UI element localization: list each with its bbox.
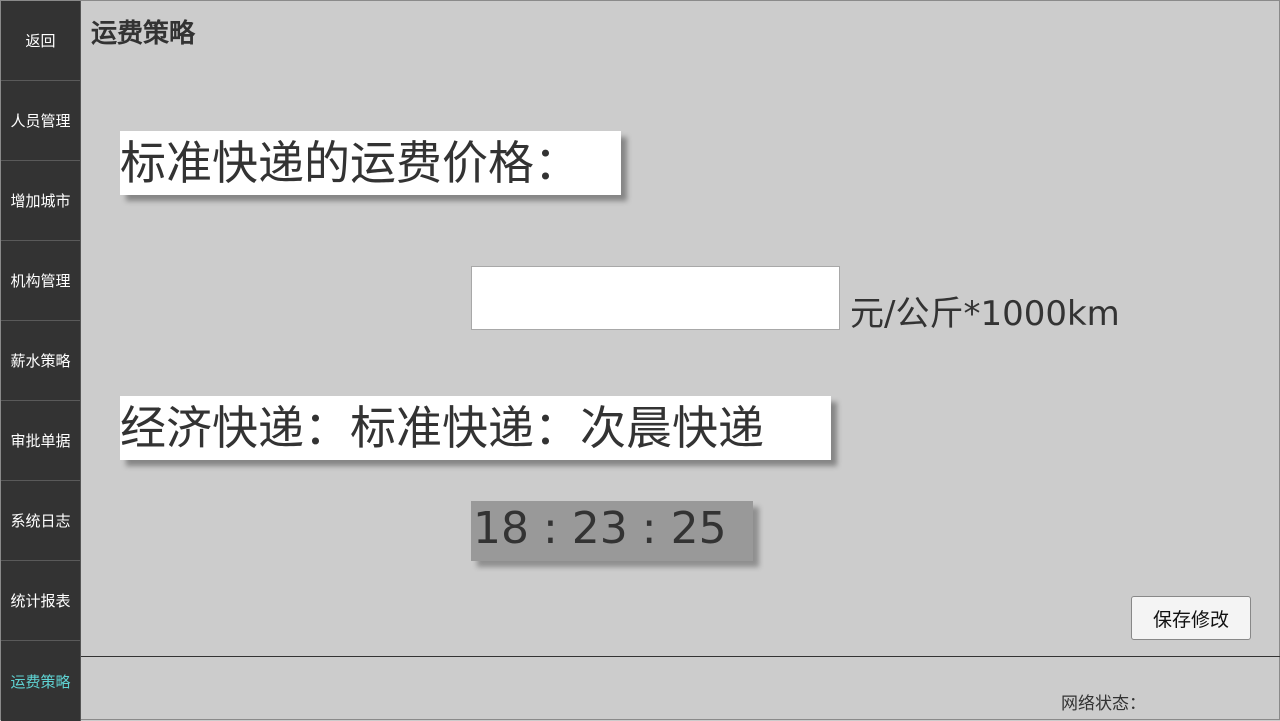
express-ratio-label: 经济快递：标准快递：次晨快递 bbox=[120, 396, 831, 460]
sidebar-item-system-log[interactable]: 系统日志 bbox=[1, 481, 80, 561]
sidebar-item-statistics[interactable]: 统计报表 bbox=[1, 561, 80, 641]
sidebar-item-add-city[interactable]: 增加城市 bbox=[1, 161, 80, 241]
save-changes-button[interactable]: 保存修改 bbox=[1131, 596, 1251, 640]
sidebar-item-approve-documents[interactable]: 审批单据 bbox=[1, 401, 80, 481]
sidebar-item-personnel[interactable]: 人员管理 bbox=[1, 81, 80, 161]
sidebar-item-salary-policy[interactable]: 薪水策略 bbox=[1, 321, 80, 401]
app-window: 返回 人员管理 增加城市 机构管理 薪水策略 审批单据 系统日志 统计报表 运费… bbox=[0, 0, 1280, 721]
footer-divider bbox=[81, 656, 1280, 657]
standard-express-price-label: 标准快递的运费价格： bbox=[120, 131, 621, 195]
sidebar: 返回 人员管理 增加城市 机构管理 薪水策略 审批单据 系统日志 统计报表 运费… bbox=[1, 1, 81, 721]
standard-price-input[interactable] bbox=[471, 266, 840, 330]
express-ratio-value[interactable]: 18 : 23 : 25 bbox=[471, 501, 753, 561]
page-title: 运费策略 bbox=[91, 19, 196, 49]
network-status-label: 网络状态： bbox=[1061, 694, 1146, 714]
sidebar-item-freight-policy[interactable]: 运费策略 bbox=[1, 641, 80, 721]
price-unit-label: 元/公斤*1000km bbox=[850, 294, 1120, 334]
sidebar-item-back[interactable]: 返回 bbox=[1, 1, 80, 81]
sidebar-item-institutions[interactable]: 机构管理 bbox=[1, 241, 80, 321]
